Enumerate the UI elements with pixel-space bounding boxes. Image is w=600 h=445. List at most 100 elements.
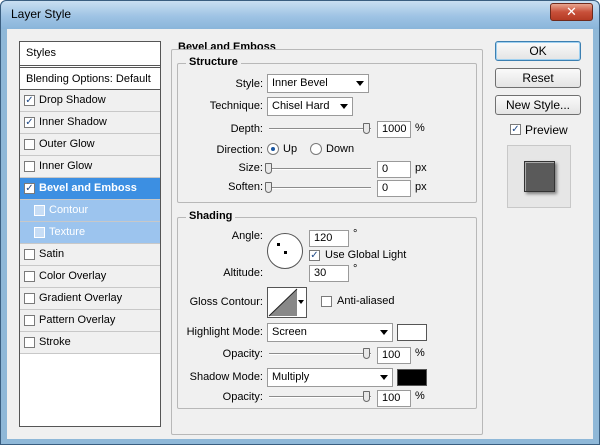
altitude-unit: °	[353, 263, 358, 275]
highlight-opacity-slider[interactable]	[269, 353, 371, 355]
style-item-checkbox[interactable]	[24, 293, 35, 304]
highlight-opacity-input[interactable]: 100	[377, 347, 411, 364]
technique-select-value: Chisel Hard	[272, 100, 330, 112]
shadow-opacity-slider[interactable]	[269, 396, 371, 398]
preview-label[interactable]: Preview	[525, 123, 568, 137]
use-global-light-checkbox[interactable]: ✓	[309, 250, 320, 261]
style-item-color-overlay[interactable]: Color Overlay	[20, 266, 160, 288]
style-item-bevel-and-emboss[interactable]: ✓ Bevel and Emboss	[20, 178, 160, 200]
style-item-outer-glow[interactable]: Outer Glow	[20, 134, 160, 156]
size-label: Size:	[238, 162, 263, 174]
shadow-mode-label: Shadow Mode:	[189, 371, 263, 383]
shadow-opacity-input[interactable]: 100	[377, 390, 411, 407]
preview-checkbox[interactable]: ✓	[510, 124, 521, 135]
shadow-opacity-label: Opacity:	[222, 391, 263, 403]
style-item-checkbox[interactable]	[24, 161, 35, 172]
use-global-light-label[interactable]: Use Global Light	[325, 249, 406, 261]
chevron-down-icon	[380, 330, 388, 335]
style-item-label: Contour	[49, 204, 89, 216]
style-item-label: Texture	[49, 226, 86, 238]
shadow-mode-select[interactable]: Multiply	[267, 368, 393, 387]
highlight-mode-value: Screen	[272, 326, 307, 338]
angle-dial[interactable]	[267, 233, 303, 269]
ok-button[interactable]: OK	[495, 41, 581, 61]
angle-input[interactable]: 120	[309, 230, 349, 247]
structure-title: Structure	[186, 56, 241, 68]
direction-up-radio[interactable]	[267, 143, 279, 155]
soften-label: Soften:	[228, 181, 263, 193]
soften-slider-thumb[interactable]	[265, 182, 272, 193]
soften-unit: px	[415, 181, 427, 193]
style-item-label: Drop Shadow	[39, 94, 106, 106]
style-item-checkbox[interactable]	[24, 315, 35, 326]
size-unit: px	[415, 162, 427, 174]
title-bar[interactable]: Layer Style ✕	[1, 1, 599, 29]
altitude-input[interactable]: 30	[309, 265, 349, 282]
size-slider-thumb[interactable]	[265, 163, 272, 174]
styles-header[interactable]: Styles	[20, 42, 160, 66]
style-item-checkbox[interactable]	[24, 337, 35, 348]
preview-swatch	[524, 161, 555, 192]
shadow-color-swatch[interactable]	[397, 369, 427, 386]
light-source-icon	[277, 243, 280, 246]
new-style-button[interactable]: New Style...	[495, 95, 581, 115]
style-item-label: Inner Shadow	[39, 116, 107, 128]
style-item-drop-shadow[interactable]: ✓ Drop Shadow	[20, 90, 160, 112]
style-item-checkbox[interactable]	[24, 271, 35, 282]
style-item-inner-glow[interactable]: Inner Glow	[20, 156, 160, 178]
direction-down-label[interactable]: Down	[326, 143, 354, 155]
style-select[interactable]: Inner Bevel	[267, 74, 369, 93]
style-item-checkbox[interactable]	[34, 205, 45, 216]
style-item-label: Satin	[39, 248, 65, 260]
direction-label: Direction:	[216, 144, 263, 156]
style-item-satin[interactable]: Satin	[20, 244, 160, 266]
reset-button[interactable]: Reset	[495, 68, 581, 88]
soften-input[interactable]: 0	[377, 180, 411, 197]
size-input[interactable]: 0	[377, 161, 411, 178]
style-item-contour[interactable]: Contour	[20, 200, 160, 222]
dialog-body: Styles Blending Options: Default ✓ Drop S…	[7, 29, 593, 439]
style-item-checkbox[interactable]: ✓	[24, 183, 35, 194]
style-item-label: Stroke	[39, 336, 71, 348]
shading-title: Shading	[186, 210, 236, 222]
anti-aliased-label[interactable]: Anti-aliased	[337, 295, 394, 307]
highlight-color-swatch[interactable]	[397, 324, 427, 341]
style-item-checkbox[interactable]	[24, 139, 35, 150]
style-item-checkbox[interactable]: ✓	[24, 117, 35, 128]
style-item-label: Color Overlay	[39, 270, 107, 282]
depth-slider[interactable]	[269, 128, 371, 130]
technique-label: Technique:	[209, 100, 263, 112]
style-item-checkbox[interactable]	[24, 249, 35, 260]
window-title: Layer Style	[11, 7, 72, 21]
gloss-contour-picker[interactable]	[267, 287, 307, 318]
close-button[interactable]: ✕	[550, 3, 593, 21]
depth-slider-thumb[interactable]	[363, 123, 370, 134]
size-slider[interactable]	[269, 168, 371, 170]
style-item-stroke[interactable]: Stroke	[20, 332, 160, 354]
style-item-gradient-overlay[interactable]: Gradient Overlay	[20, 288, 160, 310]
technique-select[interactable]: Chisel Hard	[267, 97, 353, 116]
style-item-checkbox[interactable]	[34, 227, 45, 238]
direction-down-radio[interactable]	[310, 143, 322, 155]
styles-list: Styles Blending Options: Default ✓ Drop S…	[19, 41, 161, 427]
shadow-opacity-thumb[interactable]	[363, 391, 370, 402]
style-item-pattern-overlay[interactable]: Pattern Overlay	[20, 310, 160, 332]
soften-slider[interactable]	[269, 187, 371, 189]
style-item-inner-shadow[interactable]: ✓ Inner Shadow	[20, 112, 160, 134]
style-item-checkbox[interactable]: ✓	[24, 95, 35, 106]
contour-preview-icon	[268, 288, 298, 317]
style-item-label: Inner Glow	[39, 160, 93, 172]
highlight-opacity-thumb[interactable]	[363, 348, 370, 359]
style-item-label: Gradient Overlay	[39, 292, 123, 304]
highlight-opacity-unit: %	[415, 347, 425, 359]
anti-aliased-checkbox[interactable]	[321, 296, 332, 307]
gloss-contour-label: Gloss Contour:	[189, 296, 263, 308]
blending-options-item[interactable]: Blending Options: Default	[20, 67, 160, 90]
highlight-mode-select[interactable]: Screen	[267, 323, 393, 342]
style-item-texture[interactable]: Texture	[20, 222, 160, 244]
angle-unit: °	[353, 228, 358, 240]
shadow-opacity-unit: %	[415, 390, 425, 402]
highlight-mode-label: Highlight Mode:	[186, 326, 263, 338]
depth-input[interactable]: 1000	[377, 121, 411, 138]
direction-up-label[interactable]: Up	[283, 143, 297, 155]
